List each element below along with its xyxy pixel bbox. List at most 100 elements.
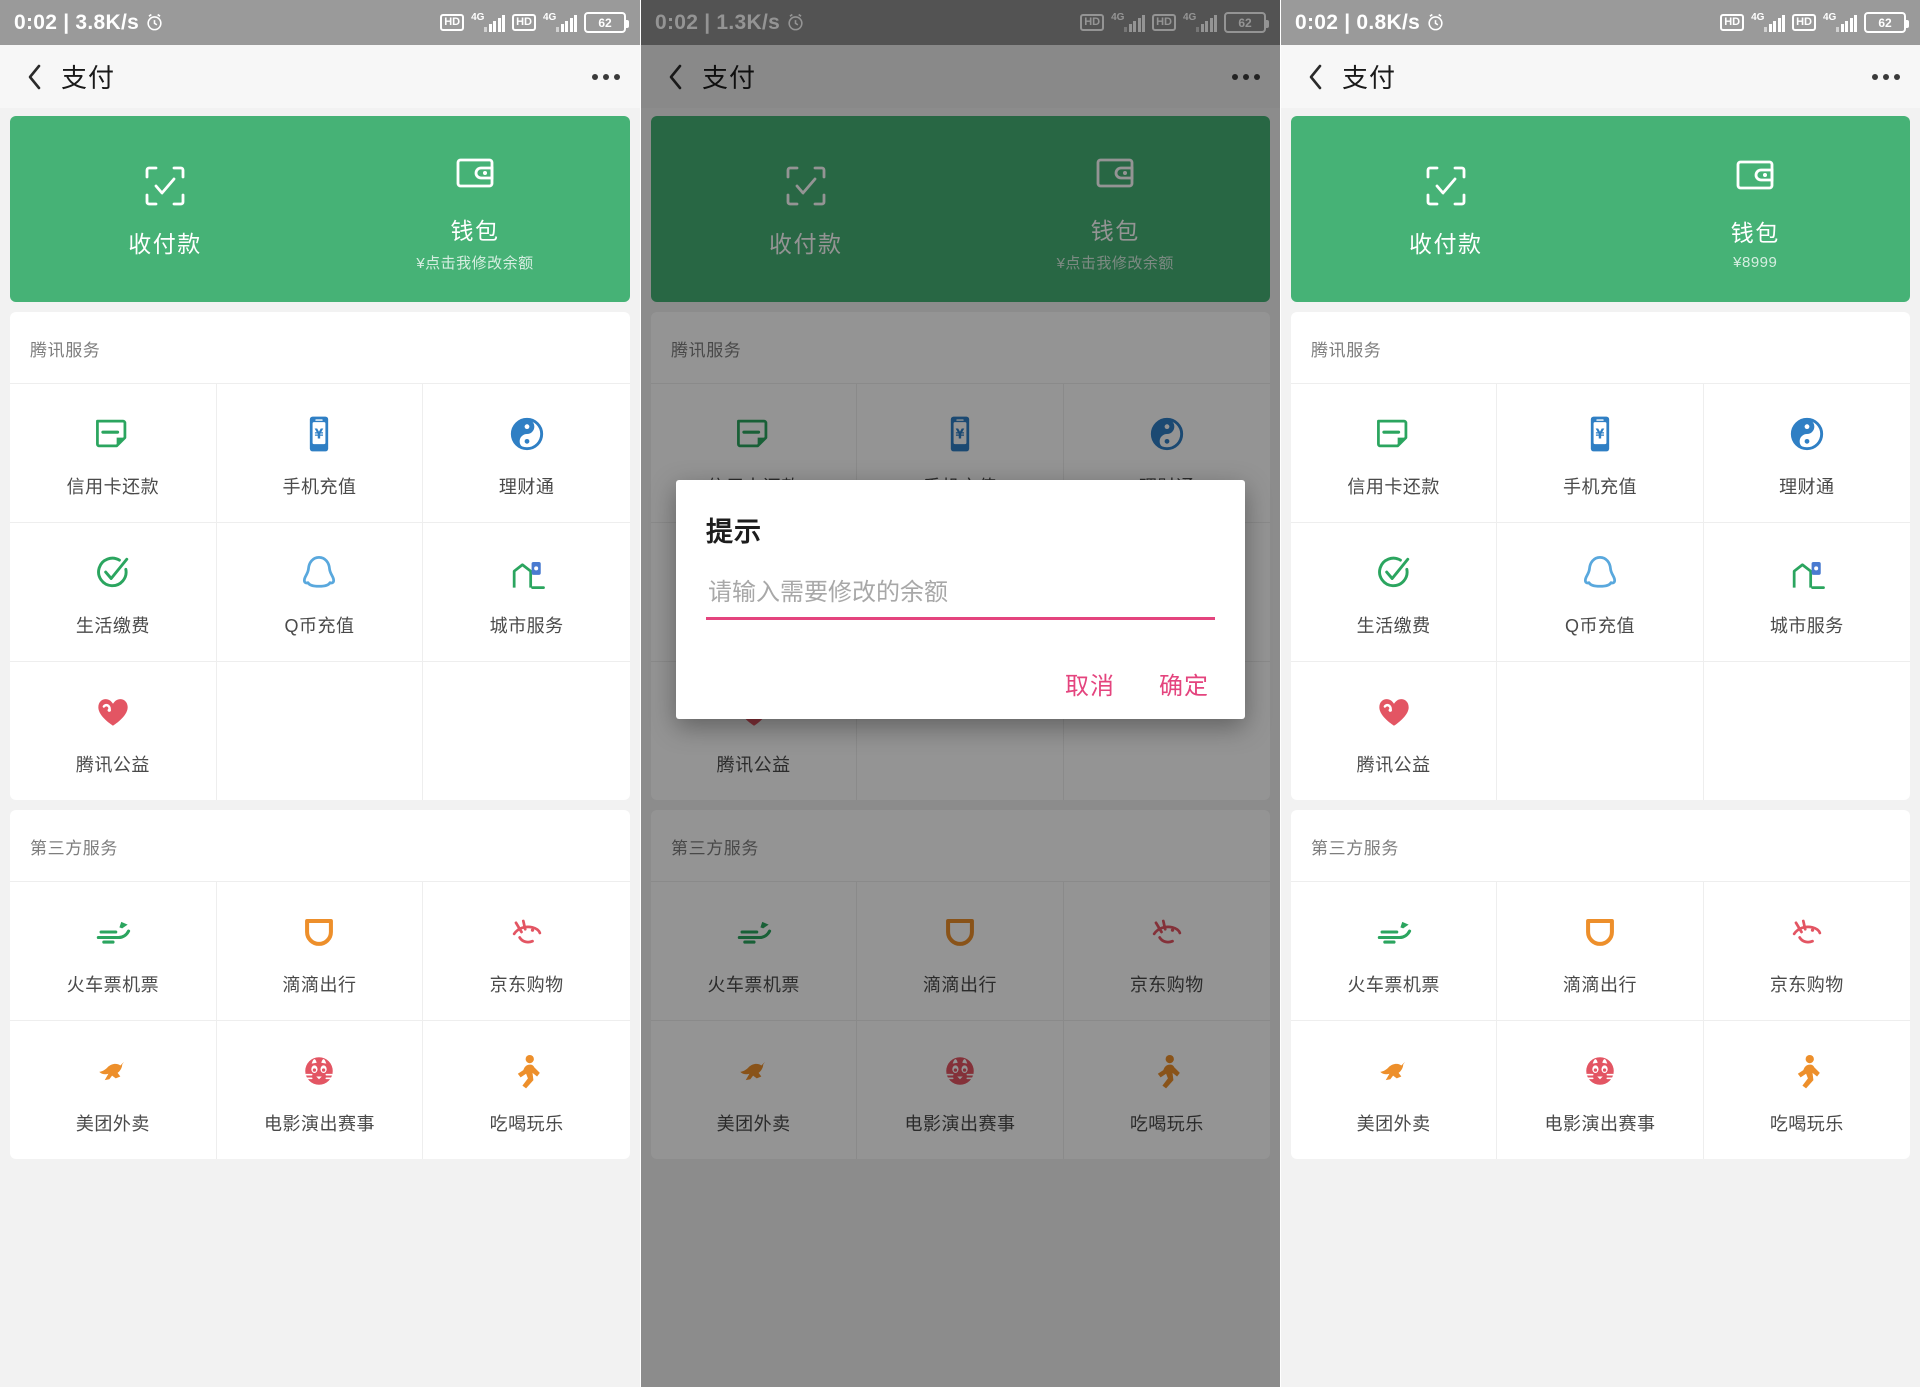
scan-pay-label: 收付款: [128, 231, 202, 257]
service-item-utility-bill[interactable]: 生活缴费: [1291, 522, 1498, 661]
service-item-maoyan-cat[interactable]: 电影演出赛事: [216, 1020, 424, 1159]
service-item-didi[interactable]: 滴滴出行: [216, 881, 424, 1020]
service-item-mobile-topup[interactable]: ¥ 手机充值: [216, 383, 424, 522]
service-item-charity-heart[interactable]: 腾讯公益: [1291, 661, 1498, 800]
service-item-label: 城市服务: [1769, 615, 1844, 636]
service-item-train-plane[interactable]: 火车票机票: [1291, 881, 1498, 1020]
service-item-label: 信用卡还款: [1347, 476, 1440, 497]
service-section-1: 第三方服务 火车票机票 滴滴出行 京东购物 美团外卖 电影演出赛事 吃喝玩乐: [10, 810, 630, 1159]
utility-bill-icon: [91, 547, 135, 599]
wallet-entry[interactable]: 钱包 ¥8999: [1601, 116, 1911, 302]
signal-bars-sim2: 4G: [543, 12, 577, 32]
hd-badge-sim1: HD: [1720, 14, 1745, 31]
service-item-label: 电影演出赛事: [263, 1113, 375, 1134]
more-options-button[interactable]: [1872, 73, 1900, 80]
service-item-jd-dog[interactable]: 京东购物: [423, 881, 630, 1020]
mobile-topup-icon: ¥: [1578, 408, 1622, 460]
service-item-mobile-topup[interactable]: ¥ 手机充值: [1497, 383, 1704, 522]
wallet-icon: [1731, 148, 1779, 202]
service-item-didi[interactable]: 滴滴出行: [1497, 881, 1704, 1020]
meituan-kangaroo-icon: [91, 1045, 135, 1097]
wallet-entry[interactable]: 钱包 ¥点击我修改余额: [320, 116, 630, 302]
service-item-label: 火车票机票: [66, 974, 160, 995]
service-item-meituan-kangaroo[interactable]: 美团外卖: [1291, 1020, 1498, 1159]
jd-dog-icon: [1785, 906, 1829, 958]
back-button[interactable]: [1299, 60, 1333, 94]
scan-pay-label: 收付款: [1409, 231, 1483, 257]
alarm-clock-icon: [145, 13, 164, 32]
service-item-label: 腾讯公益: [75, 754, 150, 775]
charity-heart-icon: [91, 686, 135, 738]
service-item-maoyan-cat[interactable]: 电影演出赛事: [1497, 1020, 1704, 1159]
status-network-speed: 0.8K/s: [1356, 10, 1421, 34]
payment-banner: 收付款 钱包 ¥8999: [1291, 116, 1910, 302]
chevron-left-icon: [1309, 64, 1322, 89]
balance-input[interactable]: [706, 575, 1215, 620]
service-grid-filler: [216, 661, 424, 800]
cancel-button[interactable]: 取消: [1065, 666, 1115, 701]
service-item-dianping-runner[interactable]: 吃喝玩乐: [423, 1020, 630, 1159]
qq-coin-icon: [1578, 547, 1622, 599]
service-item-label: 滴滴出行: [1562, 974, 1637, 995]
service-item-city-service[interactable]: 城市服务: [1703, 522, 1910, 661]
service-item-dianping-runner[interactable]: 吃喝玩乐: [1703, 1020, 1910, 1159]
service-item-label: 美团外卖: [75, 1113, 150, 1134]
screenshot-triptych: 0:02 | 3.8K/s HD 4G HD 4G 62 支付 收付款 钱包 ¥点击我修改余额 腾讯服务…: [0, 0, 1920, 1387]
battery-indicator: 62: [1864, 12, 1909, 33]
licaitong-icon: [1785, 408, 1829, 460]
svg-text:¥: ¥: [315, 427, 324, 442]
service-item-label: 城市服务: [489, 615, 564, 636]
service-grid: 信用卡还款 ¥ 手机充值 理财通生活缴费 Q币充值 城市服务腾讯公益: [10, 383, 630, 800]
maoyan-cat-icon: [297, 1045, 341, 1097]
status-right: HD 4G HD 4G 62: [440, 12, 629, 33]
mobile-topup-icon: ¥: [297, 408, 341, 460]
service-item-city-service[interactable]: 城市服务: [423, 522, 630, 661]
more-horizontal-icon: [592, 73, 598, 80]
service-section-0: 腾讯服务信用卡还款 ¥ 手机充值 理财通生活缴费 Q币充值 城市服务腾讯公益: [1291, 312, 1910, 800]
service-item-licaitong[interactable]: 理财通: [1703, 383, 1910, 522]
service-item-utility-bill[interactable]: 生活缴费: [10, 522, 217, 661]
more-options-button[interactable]: [592, 73, 620, 80]
hd-badge-sim2: HD: [512, 14, 536, 31]
service-item-label: 手机充值: [1562, 476, 1637, 497]
service-grid-filler: [1497, 661, 1704, 800]
service-item-qq-coin[interactable]: Q币充值: [1497, 522, 1704, 661]
service-item-qq-coin[interactable]: Q币充值: [216, 522, 424, 661]
service-item-label: 电影演出赛事: [1544, 1113, 1656, 1134]
wallet-label: 钱包: [1730, 219, 1780, 246]
scroll-content[interactable]: 收付款 钱包 ¥8999 腾讯服务 信用卡还款 ¥ 手机充值 理财通 生活缴费 Q币充值 城市服务腾…: [1281, 116, 1920, 1387]
service-item-licaitong[interactable]: 理财通: [423, 383, 630, 522]
scroll-content[interactable]: 收付款 钱包 ¥点击我修改余额腾讯服务信用卡还款 ¥ 手机充值 理财通生活缴费 Q币充值 城市…: [0, 116, 640, 1387]
service-item-label: 京东购物: [489, 974, 564, 995]
panel-default: 0:02 | 3.8K/s HD 4G HD 4G 62 支付 收付款 钱包 ¥点击我修改余额 腾讯服务…: [0, 0, 640, 1387]
service-item-credit-card-repay[interactable]: 信用卡还款: [10, 383, 217, 522]
wallet-balance-hint: ¥8999: [1733, 253, 1778, 271]
confirm-button[interactable]: 确定: [1159, 666, 1209, 701]
train-plane-icon: [1372, 906, 1416, 958]
scan-pay-entry[interactable]: 收付款: [10, 116, 320, 302]
nav-bar: 支付: [0, 45, 640, 108]
charity-heart-icon: [1372, 686, 1416, 738]
licaitong-icon: [505, 408, 549, 460]
service-item-label: 理财通: [498, 476, 555, 497]
more-horizontal-icon: [1872, 73, 1878, 80]
service-item-charity-heart[interactable]: 腾讯公益: [10, 661, 217, 800]
nav-bar: 支付: [1281, 45, 1920, 108]
service-item-jd-dog[interactable]: 京东购物: [1703, 881, 1910, 1020]
status-separator: |: [1344, 10, 1351, 34]
wallet-label: 钱包: [450, 217, 500, 244]
back-button[interactable]: [18, 60, 52, 94]
panel-updated: 0:02 | 0.8K/s HD 4G HD 4G 62 支付 收付款 钱包 ¥8999 腾讯服务 信用卡…: [1280, 0, 1920, 1387]
panel-dialog: 0:02 | 1.3K/s HD 4G HD 4G 62 支付 收付款 钱包 ¥点击我修改余额 腾讯服务…: [640, 0, 1280, 1387]
credit-card-repay-icon: [1372, 408, 1416, 460]
payment-banner: 收付款 钱包 ¥点击我修改余额: [10, 116, 630, 302]
service-item-train-plane[interactable]: 火车票机票: [10, 881, 217, 1020]
city-service-icon: [1785, 547, 1829, 599]
service-grid: 火车票机票 滴滴出行 京东购物美团外卖 电影演出赛事 吃喝玩乐: [10, 881, 630, 1159]
signal-bars-sim1: 4G: [471, 12, 506, 32]
didi-icon: [297, 906, 341, 958]
service-grid-filler: [423, 661, 630, 800]
scan-pay-entry[interactable]: 收付款: [1291, 116, 1601, 302]
service-item-meituan-kangaroo[interactable]: 美团外卖: [10, 1020, 217, 1159]
service-item-credit-card-repay[interactable]: 信用卡还款: [1291, 383, 1498, 522]
